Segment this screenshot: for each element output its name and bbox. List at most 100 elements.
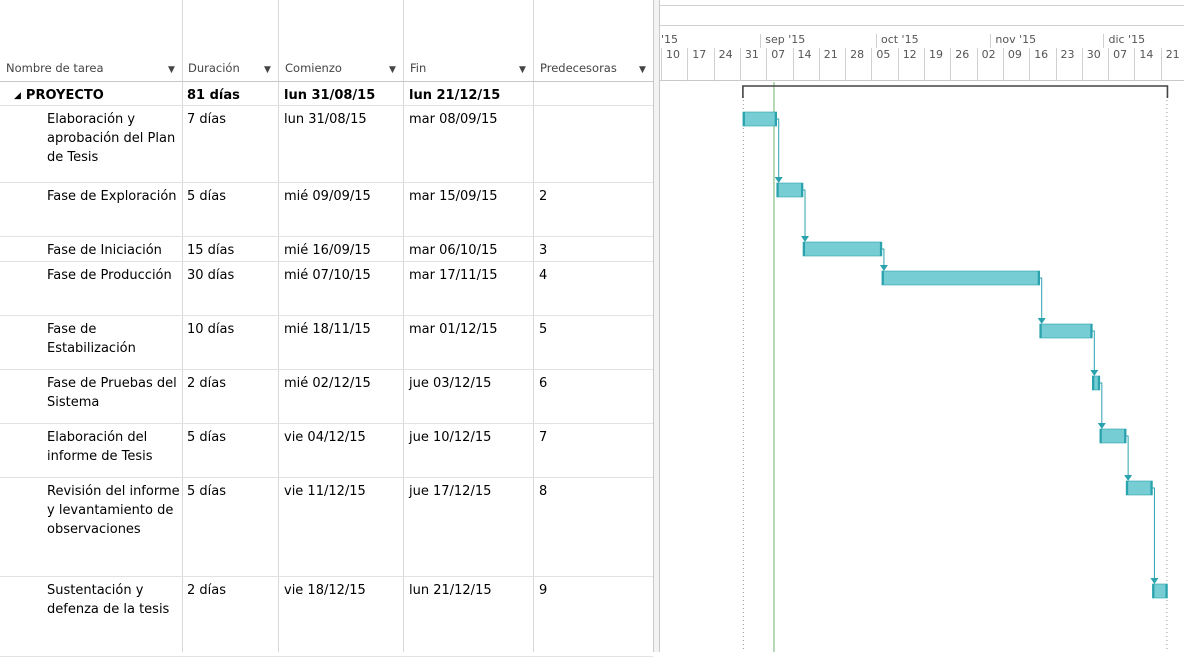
task-start[interactable]: mié 09/09/15 [284, 187, 371, 206]
dependency-link[interactable] [1099, 382, 1103, 427]
task-start[interactable]: mié 02/12/15 [284, 374, 371, 393]
task-bar[interactable] [1099, 428, 1127, 444]
filter-dropdown-icon[interactable]: ▼ [639, 65, 646, 75]
task-duration[interactable]: 5 días [187, 428, 226, 447]
task-predecessors[interactable]: 9 [539, 581, 547, 600]
task-name[interactable]: Fase de Exploración [47, 187, 182, 206]
table-row[interactable]: Fase de Estabilización 10 días mié 18/11… [0, 316, 653, 370]
task-finish[interactable]: mar 06/10/15 [409, 241, 498, 260]
table-row[interactable]: Revisión del informe y levantamiento de … [0, 478, 653, 577]
table-row[interactable]: Fase de Producción 30 días mié 07/10/15 … [0, 262, 653, 316]
dependency-arrowhead [1090, 370, 1099, 376]
task-name[interactable]: Fase de Iniciación [47, 241, 187, 260]
summary-name: PROYECTO [25, 88, 104, 103]
collapse-triangle-icon[interactable]: ◢ [14, 91, 21, 101]
table-row-summary[interactable]: ◢ PROYECTO 81 días lun 31/08/15 lun 21/12… [0, 82, 653, 106]
task-bar[interactable] [1125, 480, 1153, 496]
task-duration[interactable]: 2 días [187, 581, 226, 600]
gantt-chart[interactable]: '15 sep '15 oct '15 nov '15 dic '15 10 17 24 31… [660, 0, 1184, 652]
column-header-duration[interactable]: Duración ▼ [182, 0, 278, 81]
task-start[interactable]: vie 18/12/15 [284, 581, 366, 600]
task-start[interactable]: mié 16/09/15 [284, 241, 371, 260]
task-finish[interactable]: mar 01/12/15 [409, 320, 498, 339]
task-bar[interactable] [742, 111, 778, 127]
column-header-start[interactable]: Comienzo ▼ [278, 0, 403, 81]
table-row[interactable]: Elaboración del informe de Tesis 5 días … [0, 424, 653, 478]
dependency-link[interactable] [803, 189, 806, 240]
task-duration[interactable]: 7 días [187, 110, 226, 129]
task-finish[interactable]: lun 21/12/15 [409, 581, 492, 600]
task-finish[interactable]: mar 17/11/15 [409, 266, 498, 285]
summary-bar[interactable] [742, 85, 1169, 98]
pane-splitter[interactable] [653, 0, 660, 652]
task-predecessors[interactable]: 4 [539, 266, 547, 285]
task-duration[interactable]: 30 días [187, 266, 234, 285]
task-finish[interactable]: mar 08/09/15 [409, 110, 498, 129]
column-header-predecessors[interactable]: Predecesoras ▼ [533, 0, 653, 81]
filter-dropdown-icon[interactable]: ▼ [168, 65, 175, 75]
filter-dropdown-icon[interactable]: ▼ [264, 65, 271, 75]
task-duration[interactable]: 5 días [187, 482, 226, 501]
task-start[interactable]: vie 11/12/15 [284, 482, 366, 501]
task-predecessors[interactable]: 2 [539, 187, 547, 206]
filter-dropdown-icon[interactable]: ▼ [389, 65, 396, 75]
task-bar[interactable] [881, 270, 1041, 286]
dependency-arrowhead [774, 177, 783, 183]
task-start[interactable]: lun 31/08/15 [284, 86, 375, 105]
dependency-link[interactable] [776, 118, 780, 181]
task-start[interactable]: vie 04/12/15 [284, 428, 366, 447]
task-bar[interactable] [802, 241, 883, 257]
task-predecessors[interactable]: 7 [539, 428, 547, 447]
task-bar-end-cap [1097, 376, 1100, 390]
table-row[interactable]: Elaboración y aprobación del Plan de Tes… [0, 106, 653, 183]
task-name[interactable]: ◢ PROYECTO [14, 86, 149, 107]
task-predecessors[interactable]: 8 [539, 482, 547, 501]
task-name[interactable]: Fase de Estabilización [47, 320, 182, 358]
task-name[interactable]: Sustentación y defenza de la tesis [47, 581, 182, 619]
task-name[interactable]: Elaboración y aprobación del Plan de Tes… [47, 110, 182, 167]
task-finish[interactable]: jue 03/12/15 [409, 374, 491, 393]
task-finish[interactable]: lun 21/12/15 [409, 86, 500, 105]
task-bar-end-cap [774, 112, 777, 126]
dependency-arrowhead [1150, 578, 1159, 584]
task-start[interactable]: mié 18/11/15 [284, 320, 371, 339]
task-duration[interactable]: 10 días [187, 320, 234, 339]
dependency-link[interactable] [1126, 435, 1129, 479]
task-name[interactable]: Fase de Pruebas del Sistema [47, 374, 182, 412]
dependency-link[interactable] [1092, 330, 1095, 374]
task-finish[interactable]: jue 17/12/15 [409, 482, 491, 501]
task-start[interactable]: lun 31/08/15 [284, 110, 367, 129]
gantt-bars[interactable] [660, 0, 1184, 652]
task-bar-start-cap [1099, 429, 1102, 443]
table-row[interactable]: Sustentación y defenza de la tesis 2 día… [0, 577, 653, 657]
dependency-arrowhead [1037, 318, 1046, 324]
task-bar-end-cap [1090, 324, 1093, 338]
task-duration[interactable]: 5 días [187, 187, 226, 206]
task-bar-end-cap [1165, 584, 1168, 598]
task-name[interactable]: Revisión del informe y levantamiento de … [47, 482, 182, 539]
dependency-link[interactable] [1039, 277, 1043, 322]
task-name[interactable]: Elaboración del informe de Tesis [47, 428, 182, 466]
dependency-link[interactable] [1152, 487, 1155, 582]
task-duration[interactable]: 15 días [187, 241, 234, 260]
task-bar-end-cap [1037, 271, 1040, 285]
task-duration[interactable]: 81 días [187, 86, 240, 105]
task-finish[interactable]: mar 15/09/15 [409, 187, 498, 206]
task-predecessors[interactable]: 6 [539, 374, 547, 393]
table-row[interactable]: Fase de Exploración 5 días mié 09/09/15 … [0, 183, 653, 237]
task-name[interactable]: Fase de Producción [47, 266, 182, 285]
task-bar[interactable] [776, 182, 804, 198]
project-window: Nombre de tarea ▼ Duración ▼ Comienzo ▼ … [0, 0, 1184, 657]
column-header-name[interactable]: Nombre de tarea ▼ [0, 0, 182, 81]
task-predecessors[interactable]: 5 [539, 320, 547, 339]
task-bar[interactable] [1152, 583, 1168, 599]
column-header-finish[interactable]: Fin ▼ [403, 0, 533, 81]
task-bar[interactable] [1039, 323, 1093, 339]
table-row[interactable]: Fase de Iniciación 15 días mié 16/09/15 … [0, 237, 653, 262]
task-start[interactable]: mié 07/10/15 [284, 266, 371, 285]
task-duration[interactable]: 2 días [187, 374, 226, 393]
filter-dropdown-icon[interactable]: ▼ [519, 65, 526, 75]
task-finish[interactable]: jue 10/12/15 [409, 428, 491, 447]
task-predecessors[interactable]: 3 [539, 241, 547, 260]
table-row[interactable]: Fase de Pruebas del Sistema 2 días mié 0… [0, 370, 653, 424]
